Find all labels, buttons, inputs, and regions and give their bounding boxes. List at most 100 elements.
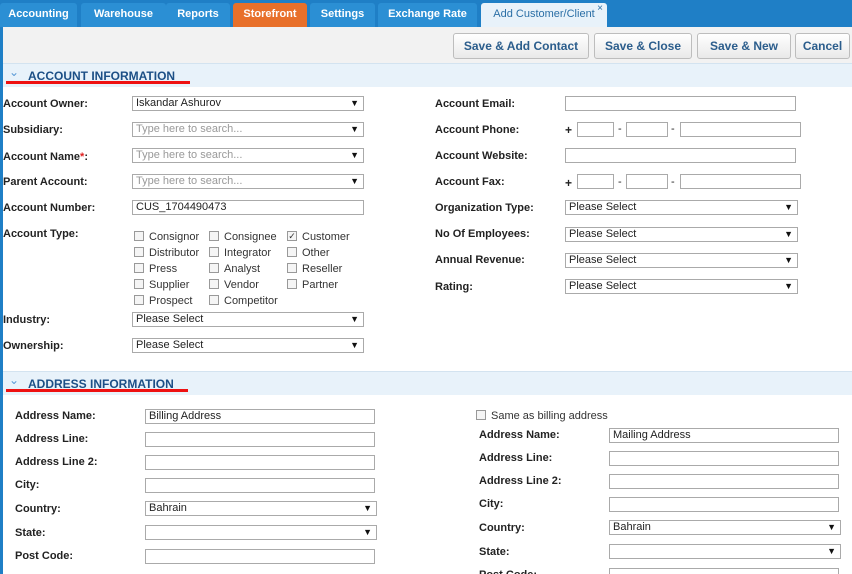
account-number-label: Account Number:	[3, 202, 96, 214]
billing-address-line-label: Address Line:	[15, 433, 89, 445]
save-new-button[interactable]: Save & New	[697, 33, 791, 59]
account-name-search[interactable]: Type here to search... ▼	[132, 148, 364, 163]
same-as-billing-checkbox[interactable]	[476, 410, 486, 420]
organization-type-label: Organization Type:	[435, 202, 534, 214]
account-type-label: Account Type:	[3, 228, 79, 240]
account-owner-select[interactable]: Iskandar Ashurov ▼	[132, 96, 364, 111]
billing-address-name-field[interactable]: Billing Address	[145, 409, 375, 424]
account-owner-label: Account Owner:	[3, 98, 88, 110]
dropdown-arrow-icon: ▼	[363, 503, 372, 513]
mailing-address-name-label: Address Name:	[479, 429, 560, 441]
mailing-address-line2-label: Address Line 2:	[479, 475, 562, 487]
fax-number-field[interactable]	[680, 174, 801, 189]
checkbox-analyst[interactable]	[209, 263, 219, 273]
account-name-label: Account Name*:	[3, 151, 88, 163]
checkbox-distributor[interactable]	[134, 247, 144, 257]
billing-country-select[interactable]: Bahrain ▼	[145, 501, 377, 516]
dropdown-arrow-icon: ▼	[350, 150, 359, 160]
mailing-address-line2-field[interactable]	[609, 474, 839, 489]
tab-accounting[interactable]: Accounting	[0, 3, 77, 27]
billing-state-select[interactable]: ▼	[145, 525, 377, 540]
account-email-field[interactable]	[565, 96, 796, 111]
fax-area-code-field[interactable]	[626, 174, 668, 189]
phone-country-code-field[interactable]	[577, 122, 614, 137]
checkbox-other[interactable]	[287, 247, 297, 257]
ownership-select[interactable]: Please Select ▼	[132, 338, 364, 353]
phone-area-code-field[interactable]	[626, 122, 668, 137]
fax-country-code-field[interactable]	[577, 174, 614, 189]
tab-add-customer[interactable]: Add Customer/Client ×	[481, 3, 607, 27]
chevron-down-icon[interactable]: ⌄	[9, 373, 19, 387]
checkbox-partner[interactable]	[287, 279, 297, 289]
tab-exchange-rate[interactable]: Exchange Rate	[378, 3, 477, 27]
subsidiary-search[interactable]: Type here to search... ▼	[132, 122, 364, 137]
industry-value: Please Select	[136, 313, 204, 325]
billing-city-field[interactable]	[145, 478, 375, 493]
billing-post-code-field[interactable]	[145, 549, 375, 564]
checkbox-label: Customer	[302, 231, 350, 243]
annual-revenue-select[interactable]: Please Select ▼	[565, 253, 798, 268]
tab-settings[interactable]: Settings	[310, 3, 375, 27]
billing-city-label: City:	[15, 479, 40, 491]
tab-bar: Accounting Warehouse Reports Storefront …	[0, 0, 852, 27]
annotation-underline	[6, 389, 188, 392]
mailing-country-select[interactable]: Bahrain ▼	[609, 520, 841, 535]
fax-dash: -	[618, 176, 622, 188]
checkbox-supplier[interactable]	[134, 279, 144, 289]
billing-address-line2-field[interactable]	[145, 455, 375, 470]
dropdown-arrow-icon: ▼	[784, 202, 793, 212]
dropdown-arrow-icon: ▼	[363, 527, 372, 537]
checkbox-label: Press	[149, 263, 178, 275]
parent-account-label: Parent Account:	[3, 176, 88, 188]
rating-select[interactable]: Please Select ▼	[565, 279, 798, 294]
account-number-field[interactable]: CUS_1704490473	[132, 200, 364, 215]
mailing-country-label: Country:	[479, 522, 525, 534]
checkbox-press[interactable]	[134, 263, 144, 273]
mailing-city-field[interactable]	[609, 497, 839, 512]
tab-warehouse[interactable]: Warehouse	[81, 3, 166, 27]
mailing-post-code-field[interactable]	[609, 568, 839, 574]
checkbox-prospect[interactable]	[134, 295, 144, 305]
mailing-city-label: City:	[479, 498, 504, 510]
checkbox-consignor[interactable]	[134, 231, 144, 241]
tab-storefront[interactable]: Storefront	[233, 3, 307, 27]
save-add-contact-button[interactable]: Save & Add Contact	[453, 33, 589, 59]
checkbox-label: Vendor	[224, 279, 259, 291]
phone-dash: -	[618, 123, 622, 135]
checkbox-consignee[interactable]	[209, 231, 219, 241]
rating-value: Please Select	[569, 280, 637, 292]
checkbox-label: Reseller	[302, 263, 343, 275]
checkbox-reseller[interactable]	[287, 263, 297, 273]
mailing-address-name-field[interactable]: Mailing Address	[609, 428, 839, 443]
phone-number-field[interactable]	[680, 122, 801, 137]
checkbox-customer[interactable]: ✓	[287, 231, 297, 241]
subsidiary-label: Subsidiary:	[3, 124, 63, 136]
billing-post-code-label: Post Code:	[15, 550, 74, 562]
checkbox-competitor[interactable]	[209, 295, 219, 305]
checkbox-vendor[interactable]	[209, 279, 219, 289]
save-close-button[interactable]: Save & Close	[594, 33, 692, 59]
billing-address-line-field[interactable]	[145, 432, 375, 447]
mailing-address-line-field[interactable]	[609, 451, 839, 466]
organization-type-select[interactable]: Please Select ▼	[565, 200, 798, 215]
tab-reports[interactable]: Reports	[166, 3, 230, 27]
parent-account-placeholder: Type here to search...	[136, 175, 243, 187]
annotation-underline	[6, 81, 190, 84]
account-website-field[interactable]	[565, 148, 796, 163]
mailing-country-value: Bahrain	[613, 521, 651, 533]
industry-select[interactable]: Please Select ▼	[132, 312, 364, 327]
fax-plus: +	[565, 176, 573, 190]
no-of-employees-label: No Of Employees:	[435, 228, 530, 240]
billing-country-value: Bahrain	[149, 502, 187, 514]
cancel-button[interactable]: Cancel	[795, 33, 850, 59]
mailing-state-select[interactable]: ▼	[609, 544, 841, 559]
no-of-employees-select[interactable]: Please Select ▼	[565, 227, 798, 242]
no-of-employees-value: Please Select	[569, 228, 637, 240]
checkbox-label: Distributor	[149, 247, 200, 259]
checkbox-label: Integrator	[224, 247, 272, 259]
chevron-down-icon[interactable]: ⌄	[9, 65, 19, 79]
parent-account-search[interactable]: Type here to search... ▼	[132, 174, 364, 189]
close-icon[interactable]: ×	[597, 0, 603, 20]
mailing-post-code-label: Post Code:	[479, 569, 537, 574]
checkbox-integrator[interactable]	[209, 247, 219, 257]
